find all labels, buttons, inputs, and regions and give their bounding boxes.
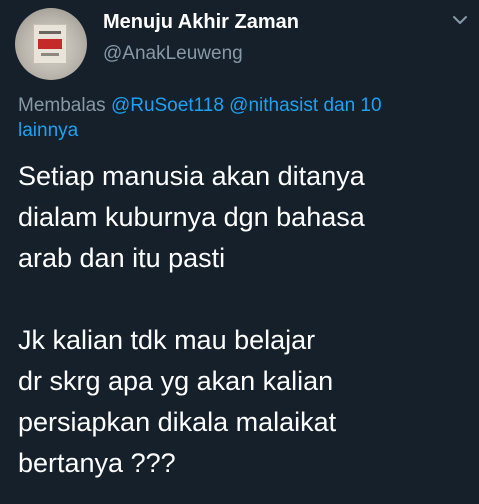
tweet-text: Setiap manusia akan ditanya dialam kubur… <box>18 156 476 484</box>
reply-prefix: Membalas <box>18 95 106 116</box>
text-line: Setiap manusia akan ditanya <box>18 161 365 191</box>
others-link[interactable]: dan 10 <box>323 95 381 116</box>
others-link[interactable]: lainnya <box>18 120 78 141</box>
mention-link[interactable]: @nithasist <box>229 95 318 116</box>
text-line: dialam kuburnya dgn bahasa <box>18 202 365 232</box>
text-line: Jk kalian tdk mau belajar <box>18 325 316 355</box>
avatar[interactable] <box>15 8 87 80</box>
text-line: bertanya ??? <box>18 448 176 478</box>
avatar-photo-content <box>33 24 67 64</box>
mention-link[interactable]: @RuSoet118 <box>111 95 224 116</box>
text-line: arab dan itu pasti <box>18 243 226 273</box>
tweet: Menuju Akhir Zaman @AnakLeuweng Membalas… <box>0 0 479 504</box>
chevron-down-icon[interactable] <box>452 14 468 26</box>
display-name[interactable]: Menuju Akhir Zaman <box>103 11 299 34</box>
text-line: persiapkan dikala malaikat <box>18 407 337 437</box>
reply-context: Membalas @RuSoet118 @nithasist dan 10 la… <box>18 93 468 143</box>
text-line: dr skrg apa yg akan kalian <box>18 366 334 396</box>
user-handle[interactable]: @AnakLeuweng <box>103 43 243 65</box>
